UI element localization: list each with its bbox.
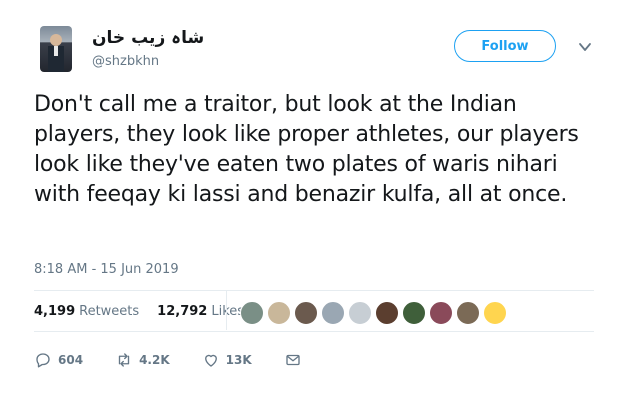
liker-avatar[interactable] bbox=[429, 301, 453, 325]
liker-avatar[interactable] bbox=[240, 301, 264, 325]
likes-count[interactable]: 12,792 bbox=[157, 304, 207, 319]
liker-avatar[interactable] bbox=[294, 301, 318, 325]
tweet-actions: 604 4.2K 13K bbox=[34, 351, 334, 369]
tweet-timestamp[interactable]: 8:18 AM - 15 Jun 2019 bbox=[34, 262, 179, 277]
retweet-button[interactable]: 4.2K bbox=[115, 351, 170, 369]
reply-icon bbox=[36, 353, 50, 368]
liker-avatar[interactable] bbox=[321, 301, 345, 325]
heart-icon bbox=[204, 354, 217, 367]
retweets-label[interactable]: Retweets bbox=[79, 304, 139, 319]
tweet-stats: 4,199 Retweets 12,792 Likes bbox=[34, 304, 244, 319]
envelope-icon bbox=[285, 354, 300, 366]
liker-avatars bbox=[240, 301, 507, 325]
chevron-down-icon[interactable] bbox=[578, 40, 592, 54]
liker-avatar[interactable] bbox=[267, 301, 291, 325]
author-avatar[interactable] bbox=[40, 26, 72, 72]
tweet-text: Don't call me a traitor, but look at the… bbox=[34, 92, 579, 207]
direct-message-button[interactable] bbox=[284, 351, 302, 369]
liker-avatar[interactable] bbox=[348, 301, 372, 325]
divider-bottom bbox=[34, 331, 594, 332]
liker-avatar[interactable] bbox=[456, 301, 480, 325]
reply-count: 604 bbox=[58, 353, 84, 367]
reply-button[interactable]: 604 bbox=[34, 351, 83, 369]
retweet-icon bbox=[118, 353, 130, 367]
divider-top bbox=[34, 290, 594, 291]
retweets-count[interactable]: 4,199 bbox=[34, 304, 75, 319]
liker-avatar[interactable] bbox=[375, 301, 399, 325]
liker-avatar[interactable] bbox=[483, 301, 507, 325]
liker-avatar[interactable] bbox=[402, 301, 426, 325]
author-display-name[interactable]: شاہ زیب خان bbox=[92, 27, 204, 48]
retweet-count: 4.2K bbox=[139, 353, 170, 367]
like-button[interactable]: 13K bbox=[202, 351, 252, 369]
like-count: 13K bbox=[225, 353, 252, 367]
stats-separator bbox=[226, 290, 227, 330]
follow-button[interactable]: Follow bbox=[454, 30, 556, 62]
author-handle[interactable]: @shzbkhn bbox=[92, 54, 159, 69]
